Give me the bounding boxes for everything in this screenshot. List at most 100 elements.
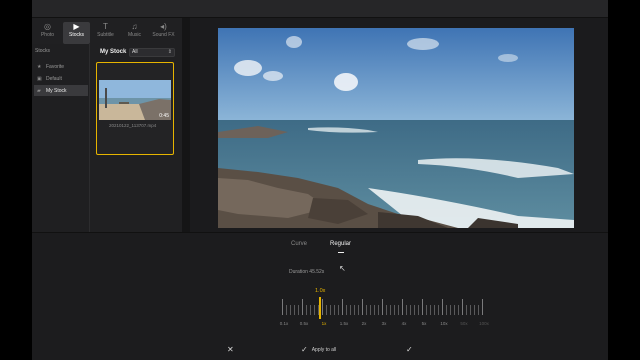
speed-tick bbox=[326, 305, 327, 315]
active-tab-indicator bbox=[338, 252, 344, 253]
speed-scale-label: 0.1x bbox=[279, 321, 289, 326]
media-tabs: ◎ Photo ▶ Stocks T Subtitle ♫ Music ◂) S… bbox=[32, 22, 182, 44]
speed-tick bbox=[470, 305, 471, 315]
sound-fx-icon: ◂) bbox=[160, 22, 167, 31]
speed-tick bbox=[462, 299, 463, 315]
speed-scale-label: 4x bbox=[401, 321, 407, 326]
sidebar-item-label: My Stock bbox=[46, 87, 67, 94]
sidebar-item-favorite[interactable]: ★ Favorite bbox=[34, 61, 88, 72]
speed-tick bbox=[450, 305, 451, 315]
speed-tick bbox=[438, 305, 439, 315]
title-bar bbox=[32, 0, 608, 18]
photo-icon: ◎ bbox=[44, 22, 51, 31]
app-window: ◎ Photo ▶ Stocks T Subtitle ♫ Music ◂) S… bbox=[32, 0, 608, 360]
speed-tick bbox=[286, 305, 287, 315]
speed-tick bbox=[342, 299, 343, 315]
apply-to-all-button[interactable]: ✓ Apply to all bbox=[301, 345, 336, 354]
speed-tick bbox=[454, 305, 455, 315]
speed-tick bbox=[418, 305, 419, 315]
clip-thumbnail: 0:45 bbox=[99, 80, 171, 120]
speed-tick bbox=[282, 299, 283, 315]
sidebar-item-label: Favorite bbox=[46, 63, 65, 70]
speed-slider-track[interactable] bbox=[282, 299, 483, 317]
sidebar-item-default[interactable]: ▣ Default bbox=[34, 73, 88, 84]
current-speed-value: 1.0x bbox=[315, 288, 326, 294]
media-panel: ◎ Photo ▶ Stocks T Subtitle ♫ Music ◂) S… bbox=[32, 18, 182, 232]
sidebar-heading: Stocks bbox=[35, 48, 51, 54]
speed-tick bbox=[346, 305, 347, 315]
speed-tick bbox=[354, 305, 355, 315]
sidebar-item-label: Default bbox=[46, 75, 62, 82]
apply-to-all-label: Apply to all bbox=[311, 346, 337, 353]
tab-subtitle[interactable]: T Subtitle bbox=[92, 22, 119, 44]
filter-value: All bbox=[132, 49, 138, 55]
speed-tick bbox=[358, 305, 359, 315]
speed-scale-label: 1x bbox=[321, 321, 327, 326]
speed-tick bbox=[434, 305, 435, 315]
speed-tick bbox=[334, 305, 335, 315]
speed-tick bbox=[406, 305, 407, 315]
tab-regular[interactable]: Regular bbox=[330, 241, 351, 247]
seascape-preview-image bbox=[218, 28, 574, 228]
speed-tick bbox=[474, 305, 475, 315]
music-icon: ♫ bbox=[131, 22, 138, 31]
speed-scale-label: 10x bbox=[440, 321, 448, 326]
tab-label: Music bbox=[127, 32, 142, 38]
tab-label: Sound FX bbox=[152, 32, 175, 38]
speed-tick bbox=[426, 305, 427, 315]
speed-tick bbox=[294, 305, 295, 315]
tab-label: Stocks bbox=[68, 32, 84, 38]
speed-tick bbox=[374, 305, 375, 315]
panel-divider[interactable] bbox=[182, 18, 190, 232]
clip-card[interactable]: 0:45 20210122_113707.mp4 bbox=[96, 62, 174, 155]
box-icon: ▣ bbox=[37, 75, 42, 82]
speed-tick bbox=[378, 305, 379, 315]
tab-curve[interactable]: Curve bbox=[291, 241, 307, 247]
speed-scale-label: 2x bbox=[361, 321, 367, 326]
speed-panel: Curve Regular Duration 45.52s ↖ 1.0x 0.1… bbox=[32, 232, 608, 360]
speed-tick bbox=[394, 305, 395, 315]
speed-tick bbox=[414, 305, 415, 315]
speed-tick bbox=[330, 305, 331, 315]
speed-tick bbox=[410, 305, 411, 315]
filter-dropdown[interactable]: All ⇕ bbox=[129, 48, 175, 57]
speed-tick bbox=[386, 305, 387, 315]
speed-tick bbox=[458, 305, 459, 315]
speed-tick bbox=[310, 305, 311, 315]
speed-scale-label: 3x bbox=[381, 321, 387, 326]
stocks-sidebar: Stocks ★ Favorite ▣ Default ▰ My Stock bbox=[32, 44, 90, 232]
tab-stocks[interactable]: ▶ Stocks bbox=[63, 22, 90, 44]
speed-tick bbox=[446, 305, 447, 315]
confirm-button[interactable]: ✓ bbox=[406, 345, 413, 354]
cancel-button[interactable]: ✕ bbox=[227, 345, 234, 354]
speed-tick bbox=[482, 299, 483, 315]
speed-tick bbox=[322, 299, 323, 315]
speed-tick bbox=[466, 305, 467, 315]
speed-tick bbox=[350, 305, 351, 315]
speed-tick bbox=[306, 305, 307, 315]
speed-tick bbox=[362, 299, 363, 315]
chevron-updown-icon: ⇕ bbox=[167, 49, 172, 55]
sidebar-item-my-stock[interactable]: ▰ My Stock bbox=[34, 85, 88, 96]
speed-tick bbox=[338, 305, 339, 315]
speed-tick bbox=[442, 299, 443, 315]
tab-label: Subtitle bbox=[97, 32, 114, 38]
tab-photo[interactable]: ◎ Photo bbox=[34, 22, 61, 44]
speed-tick bbox=[314, 305, 315, 315]
speed-tick bbox=[366, 305, 367, 315]
speed-tick bbox=[390, 305, 391, 315]
tab-sound-fx[interactable]: ◂) Sound FX bbox=[150, 22, 177, 44]
speed-tick bbox=[402, 299, 403, 315]
stock-browser: My Stock All ⇕ 0:45 20210122_113707.mp4 bbox=[91, 44, 182, 232]
speed-scale-label: 1.5x bbox=[339, 321, 349, 326]
speed-scale-label: 100x bbox=[479, 321, 489, 326]
speed-tick bbox=[382, 299, 383, 315]
speed-scale-label: 0.5x bbox=[299, 321, 309, 326]
speed-scale-label: 5x bbox=[421, 321, 427, 326]
tab-music[interactable]: ♫ Music bbox=[121, 22, 148, 44]
star-icon: ★ bbox=[37, 63, 42, 70]
speed-slider-handle[interactable] bbox=[319, 297, 321, 319]
speed-tick bbox=[290, 305, 291, 315]
subtitle-icon: T bbox=[103, 22, 108, 31]
video-preview[interactable] bbox=[218, 28, 574, 228]
